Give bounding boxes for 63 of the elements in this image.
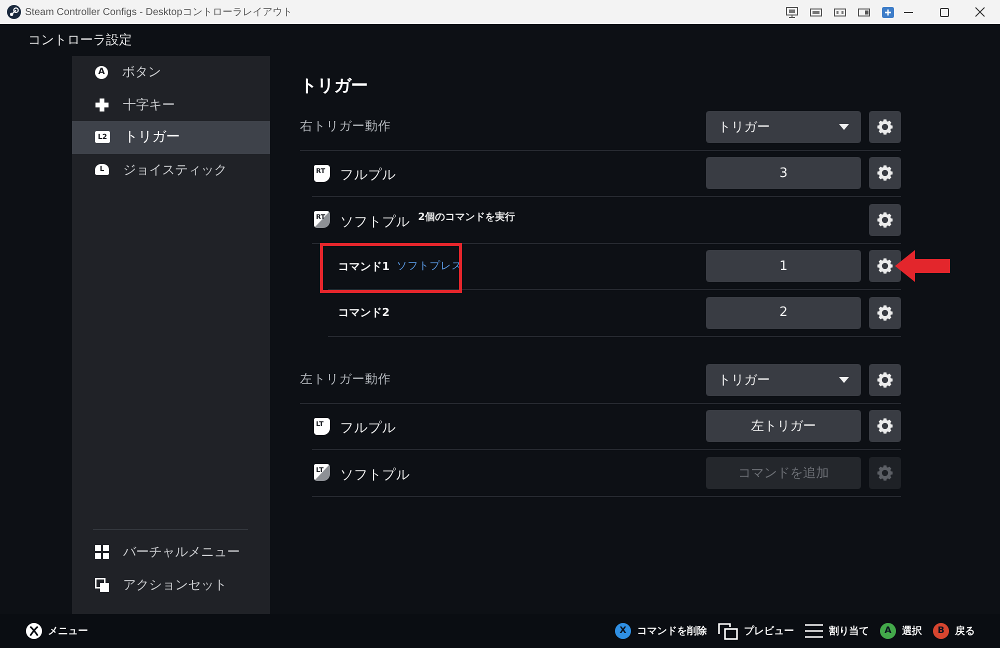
settings-button[interactable] xyxy=(869,410,901,442)
screen-icon[interactable] xyxy=(834,6,846,18)
face-button-icon: A xyxy=(880,623,896,639)
binding-button[interactable]: 1 xyxy=(706,250,861,282)
hint-button[interactable]: 割り当て xyxy=(805,624,869,638)
sidebar-item[interactable]: A ボタン xyxy=(72,56,270,88)
mode-dropdown[interactable]: トリガー xyxy=(706,110,861,143)
sidebar-item[interactable]: アクションセット xyxy=(72,568,270,601)
hint-button[interactable]: A 選択 xyxy=(880,623,922,639)
a-button-icon: A xyxy=(95,66,108,79)
plus-tile-icon[interactable] xyxy=(882,6,894,18)
section-title: トリガー xyxy=(300,75,369,97)
gear-icon xyxy=(877,418,893,434)
settings-button[interactable] xyxy=(869,296,901,329)
screen-icon[interactable] xyxy=(810,6,822,18)
command-label: コマンド1 xyxy=(338,258,390,274)
caret-icon xyxy=(839,376,849,383)
dpad-icon xyxy=(95,98,109,112)
sidebar-item[interactable]: バーチャルメニュー xyxy=(72,536,270,568)
grid-icon xyxy=(95,545,109,560)
gear-icon xyxy=(877,464,893,481)
caret-icon xyxy=(839,124,849,130)
settings-button[interactable] xyxy=(869,250,901,282)
gear-icon xyxy=(877,165,893,182)
hint-button[interactable]: B 戻る xyxy=(933,623,975,639)
gear-icon xyxy=(877,212,893,228)
hint-button[interactable]: X コマンドを削除 xyxy=(615,623,707,639)
menu-icon xyxy=(805,624,823,638)
pull-label: ソフトプル xyxy=(340,466,410,484)
app-logo-icon xyxy=(7,5,21,19)
sidebar-item[interactable]: 十字キー xyxy=(72,88,270,121)
hint-button[interactable]: プレビュー xyxy=(718,622,794,640)
binding-button[interactable]: 左トリガー xyxy=(706,410,861,442)
face-button-icon: B xyxy=(933,623,949,639)
monitor-icon[interactable] xyxy=(786,6,798,18)
gear-icon xyxy=(877,372,893,388)
stacked-squares-icon xyxy=(95,578,109,592)
maximize-icon[interactable] xyxy=(940,8,949,16)
close-icon[interactable] xyxy=(975,7,985,17)
pull-label: フルプル xyxy=(340,166,396,184)
mode-dropdown[interactable]: トリガー xyxy=(706,364,861,396)
command-label: コマンド2 xyxy=(338,305,390,320)
face-button-icon: X xyxy=(615,623,631,639)
command-count-note: 2個のコマンドを実行 xyxy=(418,210,515,224)
pull-label: フルプル xyxy=(340,419,396,438)
settings-button[interactable] xyxy=(869,110,901,143)
toggle-icon[interactable] xyxy=(858,6,870,18)
gear-icon xyxy=(877,304,893,321)
pull-label: ソフトプル xyxy=(340,212,410,231)
trigger-action-label: 左トリガー動作 xyxy=(300,371,391,388)
circle-x-icon xyxy=(26,623,42,639)
gear-icon xyxy=(877,258,893,274)
settings-button[interactable] xyxy=(869,364,901,396)
trigger-action-label: 右トリガー動作 xyxy=(300,118,391,136)
page-header-title: コントローラ設定 xyxy=(28,32,132,49)
gear-icon xyxy=(877,118,893,135)
window-title: Steam Controller Configs - Desktopコントローラレイアウト xyxy=(25,6,292,19)
binding-button[interactable]: 2 xyxy=(706,296,861,329)
settings-button[interactable] xyxy=(869,157,901,190)
overlapping-squares-icon xyxy=(718,622,738,640)
menu-hint-button[interactable]: メニュー xyxy=(26,623,88,639)
settings-button[interactable] xyxy=(869,204,901,236)
binding-button[interactable]: 3 xyxy=(706,157,861,190)
